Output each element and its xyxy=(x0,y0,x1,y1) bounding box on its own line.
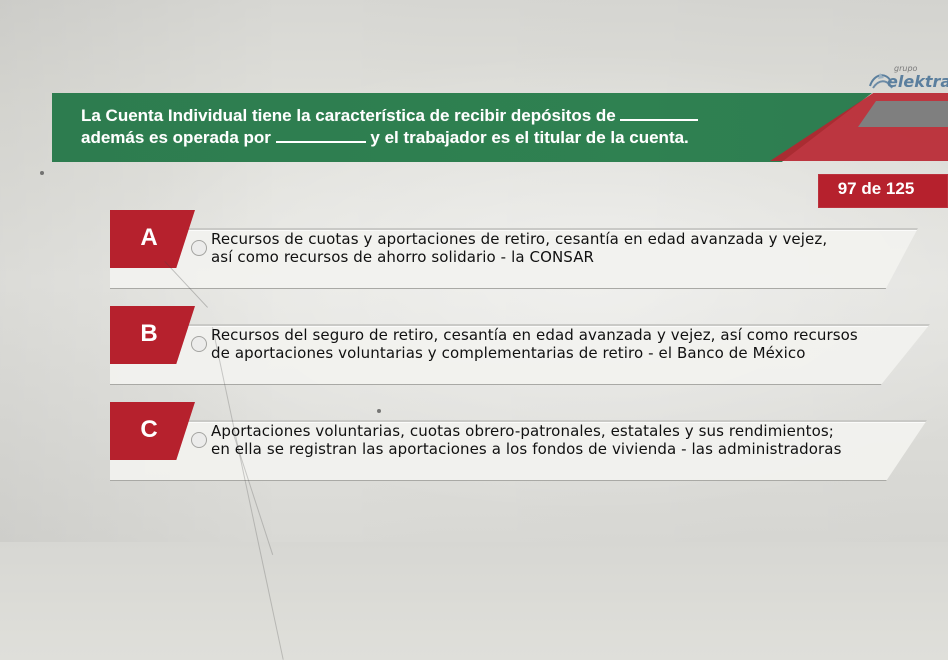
answer-a-line-2: así como recursos de ahorro solidario - … xyxy=(211,248,595,266)
question-line-2: además es operada por y el trabajador es… xyxy=(81,126,731,148)
answer-b-line-1: Recursos del seguro de retiro, cesantía … xyxy=(211,326,858,344)
screen-mark-dot xyxy=(377,409,381,413)
answer-c-line-1: Aportaciones voluntarias, cuotas obrero-… xyxy=(211,422,834,440)
progress-text: 97 de 125 xyxy=(837,179,915,198)
screen-mark-dot xyxy=(40,171,44,175)
brand-name: elektra xyxy=(887,72,948,91)
option-letter-c: C xyxy=(140,416,158,443)
question-line-1-text: La Cuenta Individual tiene la caracterís… xyxy=(81,106,616,125)
radio-b[interactable] xyxy=(191,336,207,352)
answer-option-c[interactable]: C Aportaciones voluntarias, cuotas obrer… xyxy=(0,402,948,482)
radio-c[interactable] xyxy=(191,432,207,448)
question-line-2-start: además es operada por xyxy=(81,128,271,147)
answer-option-b[interactable]: B Recursos del seguro de retiro, cesantí… xyxy=(0,306,948,386)
question-line-1: La Cuenta Individual tiene la caracterís… xyxy=(81,104,731,126)
answer-text-b: Recursos del seguro de retiro, cesantía … xyxy=(211,326,901,362)
answer-c-line-2: en ella se registran las aportaciones a … xyxy=(211,440,842,458)
answer-a-line-1: Recursos de cuotas y aportaciones de ret… xyxy=(211,230,828,248)
question-line-2-end: y el trabajador es el titular de la cuen… xyxy=(370,128,689,147)
answer-option-a[interactable]: A Recursos de cuotas y aportaciones de r… xyxy=(0,210,948,290)
option-letter-a: A xyxy=(140,224,158,251)
question-text: La Cuenta Individual tiene la caracterís… xyxy=(81,104,731,148)
brand-logo: grupo elektra xyxy=(867,64,948,94)
answer-text-c: Aportaciones voluntarias, cuotas obrero-… xyxy=(211,422,901,458)
question-blank-1 xyxy=(620,104,699,121)
answer-text-a: Recursos de cuotas y aportaciones de ret… xyxy=(211,230,901,266)
radio-a[interactable] xyxy=(191,240,207,256)
question-blank-2 xyxy=(275,126,366,143)
answer-b-line-2: de aportaciones voluntarias y complement… xyxy=(211,344,806,362)
option-letter-b: B xyxy=(140,320,158,347)
